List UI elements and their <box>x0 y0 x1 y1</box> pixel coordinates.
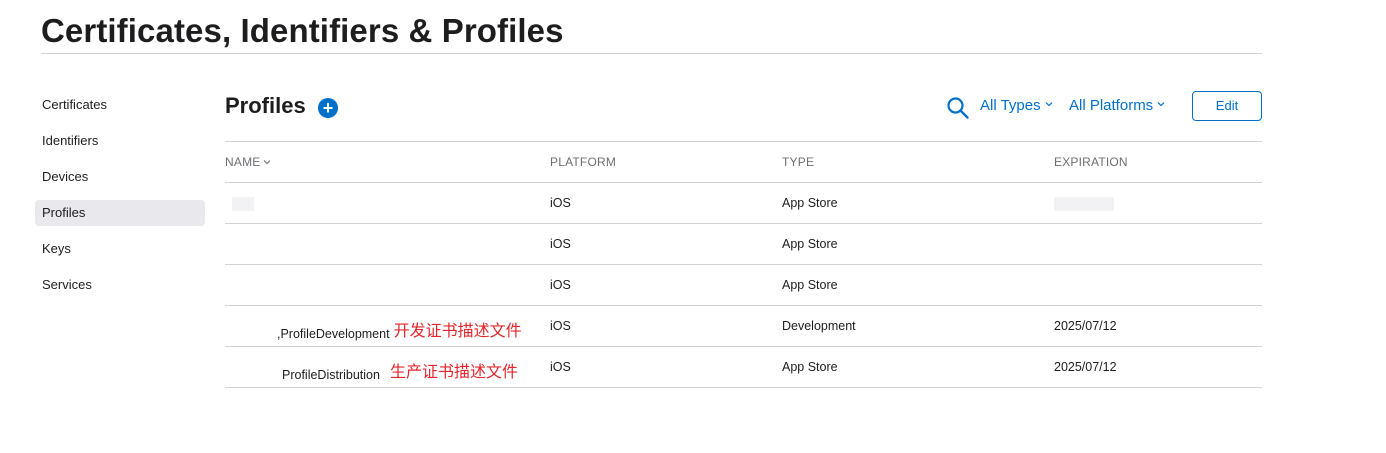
add-profile-button[interactable]: + <box>318 98 338 118</box>
table-row[interactable]: ,ProfileDevelopment 开发证书描述文件 iOS Developm… <box>225 306 1262 347</box>
profile-expiration <box>1054 196 1114 211</box>
profile-expiration: 2025/07/12 <box>1054 360 1117 374</box>
profile-name[interactable]: ,ProfileDevelopment 开发证书描述文件 <box>277 319 522 343</box>
title-divider <box>41 53 1262 54</box>
column-header-name-label: NAME <box>225 155 261 169</box>
profile-platform: iOS <box>550 319 571 333</box>
profile-platform: iOS <box>550 360 571 374</box>
profile-type: Development <box>782 319 856 333</box>
profile-type: App Store <box>782 360 838 374</box>
sidebar-item-certificates[interactable]: Certificates <box>35 92 205 118</box>
search-icon[interactable] <box>946 96 970 120</box>
column-header-expiration[interactable]: EXPIRATION <box>1054 155 1128 169</box>
annotation-label: 开发证书描述文件 <box>393 323 522 340</box>
filter-all-platforms-label: All Platforms <box>1069 97 1154 114</box>
redacted-block <box>232 196 254 211</box>
chevron-down-icon <box>1045 102 1053 107</box>
profile-name[interactable] <box>225 196 254 211</box>
sidebar-item-services[interactable]: Services <box>35 272 205 298</box>
sidebar-item-devices[interactable]: Devices <box>35 164 205 190</box>
sidebar-item-identifiers[interactable]: Identifiers <box>35 128 205 154</box>
chevron-down-icon <box>1157 102 1165 107</box>
column-header-name[interactable]: NAME <box>225 155 271 169</box>
section-title: Profiles <box>225 93 306 118</box>
table-row[interactable]: ProfileDistribution 生产证书描述文件 iOS App Stor… <box>225 347 1262 388</box>
table-row[interactable]: iOS App Store <box>225 265 1262 306</box>
profile-expiration: 2025/07/12 <box>1054 319 1117 333</box>
profile-name-text: ProfileDistribution <box>282 368 380 382</box>
page-title: Certificates, Identifiers & Profiles <box>41 12 564 49</box>
sidebar: Certificates Identifiers Devices Profile… <box>35 92 205 308</box>
profile-platform: iOS <box>550 278 571 292</box>
profile-platform: iOS <box>550 237 571 251</box>
profile-type: App Store <box>782 196 838 210</box>
profile-name[interactable]: ProfileDistribution 生产证书描述文件 <box>282 360 518 384</box>
table-row[interactable]: iOS App Store <box>225 224 1262 265</box>
profile-platform: iOS <box>550 196 571 210</box>
annotation-label: 生产证书描述文件 <box>389 364 518 381</box>
profile-type: App Store <box>782 278 838 292</box>
sidebar-item-keys[interactable]: Keys <box>35 236 205 262</box>
filter-all-platforms[interactable]: All Platforms <box>1069 97 1165 114</box>
chevron-down-icon <box>264 159 271 165</box>
sidebar-item-profiles[interactable]: Profiles <box>35 200 205 226</box>
table-row[interactable]: iOS App Store <box>225 183 1262 224</box>
column-header-type[interactable]: TYPE <box>782 155 814 169</box>
redacted-block <box>1054 196 1114 211</box>
profile-name-text: ,ProfileDevelopment <box>277 327 390 341</box>
filter-all-types-label: All Types <box>980 97 1041 114</box>
table-header: NAME PLATFORM TYPE EXPIRATION <box>225 142 1262 183</box>
profile-type: App Store <box>782 237 838 251</box>
profiles-table: iOS App Store iOS App Store iOS App Stor… <box>225 183 1262 388</box>
filter-all-types[interactable]: All Types <box>980 97 1053 114</box>
edit-button[interactable]: Edit <box>1192 91 1262 121</box>
column-header-platform[interactable]: PLATFORM <box>550 155 616 169</box>
